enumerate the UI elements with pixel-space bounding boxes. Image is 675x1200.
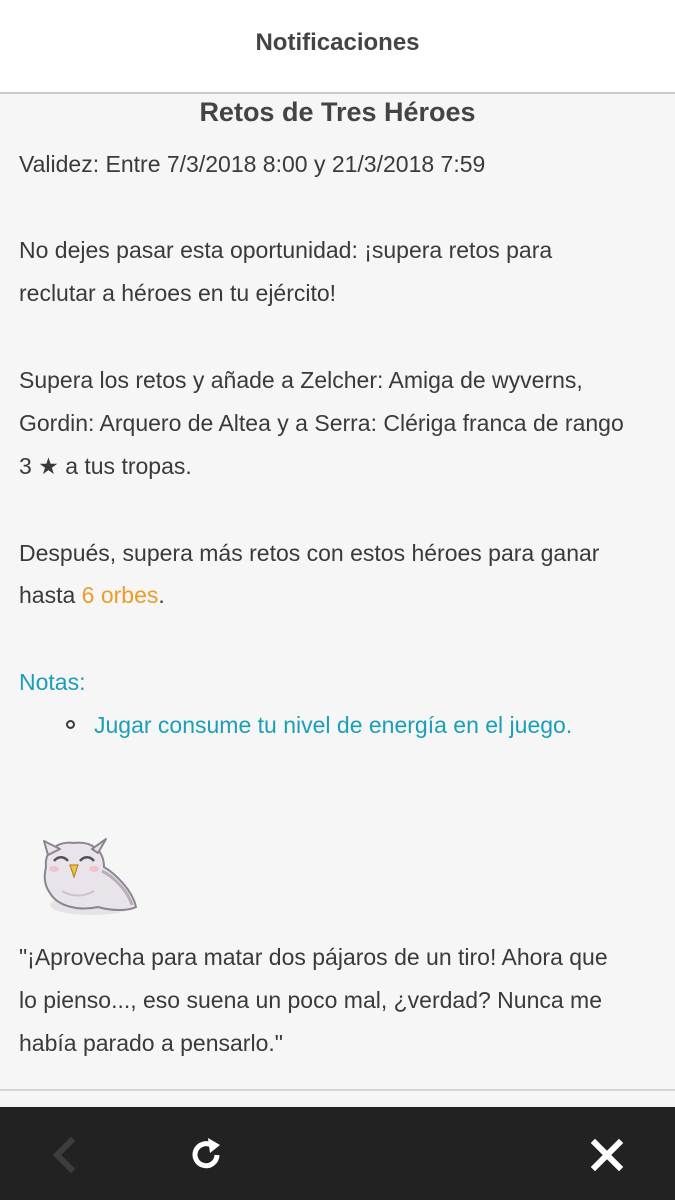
paragraph-3-suffix: . <box>158 582 165 608</box>
bullet-icon <box>66 720 75 729</box>
note-item: Jugar consume tu nivel de energía en el … <box>94 712 573 738</box>
paragraph-2-line-3: 3 ★ a tus tropas. <box>19 453 192 479</box>
orbs-highlight: 6 orbes <box>81 582 159 608</box>
paragraph-3-prefix: hasta <box>19 582 82 608</box>
back-button[interactable] <box>36 1127 92 1183</box>
close-icon <box>590 1138 624 1172</box>
paragraph-2-line-2: Gordin: Arquero de Altea y a Serra: Clér… <box>19 410 624 436</box>
header-title: Notificaciones <box>255 29 420 56</box>
back-arrow-icon <box>52 1136 76 1174</box>
article-title: Retos de Tres Héroes <box>199 97 476 127</box>
refresh-icon <box>192 1138 220 1169</box>
content-divider <box>0 1089 675 1091</box>
notification-screen: Notificaciones Retos de Tres Héroes Vali… <box>0 0 675 1200</box>
notes-label: Notas: <box>19 669 86 695</box>
paragraph-1-line-2: reclutar a héroes en tu ejército! <box>19 280 337 306</box>
quote-line-2: lo pienso..., eso suena un poco mal, ¿ve… <box>19 987 603 1013</box>
header-bar: Notificaciones <box>0 0 675 94</box>
owl-mascot-icon <box>43 838 138 915</box>
bottom-navigation-bar <box>0 1107 675 1200</box>
quote-line-3: había parado a pensarlo." <box>19 1030 283 1056</box>
refresh-button[interactable] <box>178 1127 234 1183</box>
close-button[interactable] <box>579 1127 635 1183</box>
paragraph-1-line-1: No dejes pasar esta oportunidad: ¡supera… <box>19 237 553 263</box>
paragraph-3-line-1: Después, supera más retos con estos héro… <box>19 540 600 566</box>
quote-line-1: "¡Aprovecha para matar dos pájaros de un… <box>19 944 608 970</box>
validity-text: Validez: Entre 7/3/2018 8:00 y 21/3/2018… <box>19 151 486 177</box>
paragraph-3-line-2: hasta 6 orbes. <box>19 580 165 610</box>
paragraph-2-line-1: Supera los retos y añade a Zelcher: Amig… <box>19 367 583 393</box>
